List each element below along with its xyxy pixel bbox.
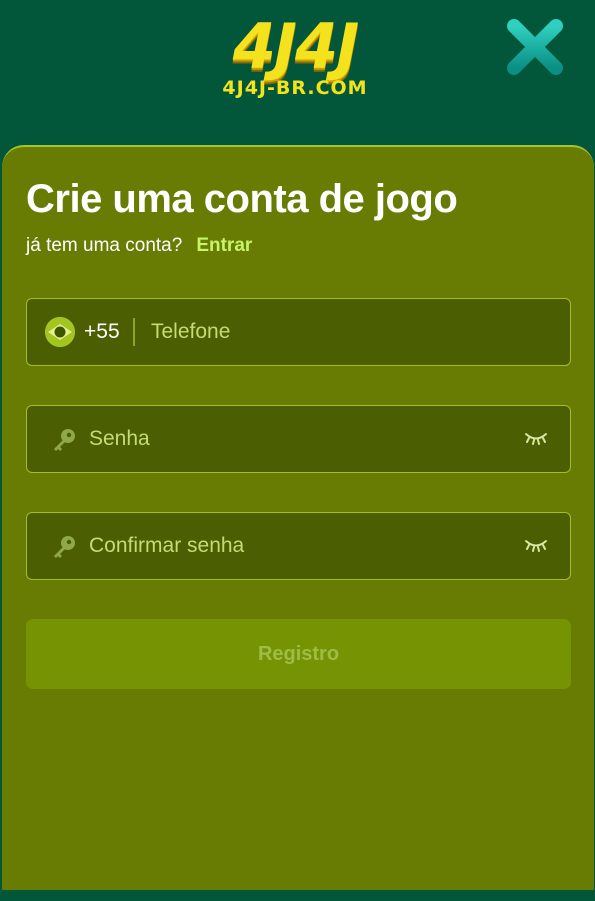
login-link[interactable]: Entrar bbox=[196, 235, 252, 256]
login-prompt-text: já tem uma conta? bbox=[26, 235, 183, 256]
logo-wordmark: 4J4J bbox=[232, 10, 359, 83]
header: 4J4J 4J4J-BR.COM bbox=[0, 0, 595, 145]
register-panel: Crie uma conta de jogo já tem uma conta?… bbox=[2, 145, 594, 890]
confirm-password-input[interactable]: Confirmar senha bbox=[89, 534, 244, 558]
phone-field[interactable]: +55 Telefone bbox=[26, 298, 571, 366]
page-title: Crie uma conta de jogo bbox=[26, 177, 458, 221]
brazil-flag-icon[interactable] bbox=[45, 317, 75, 347]
login-prompt: já tem uma conta? Entrar bbox=[26, 235, 252, 257]
site-logo[interactable]: 4J4J 4J4J-BR.COM bbox=[205, 10, 385, 99]
phone-input[interactable]: Telefone bbox=[151, 320, 230, 344]
bottom-bar bbox=[0, 890, 595, 901]
eye-closed-icon[interactable] bbox=[524, 431, 548, 445]
close-button[interactable] bbox=[504, 18, 566, 78]
country-code[interactable]: +55 bbox=[84, 320, 120, 344]
field-divider bbox=[133, 318, 135, 346]
key-icon bbox=[54, 429, 75, 451]
password-input[interactable]: Senha bbox=[89, 427, 150, 451]
register-button[interactable]: Registro bbox=[26, 619, 571, 689]
close-icon bbox=[507, 19, 563, 75]
confirm-password-field[interactable]: Confirmar senha bbox=[26, 512, 571, 580]
key-icon bbox=[54, 536, 75, 558]
logo-domain: 4J4J-BR.COM bbox=[222, 77, 368, 99]
eye-closed-icon[interactable] bbox=[524, 538, 548, 552]
password-field[interactable]: Senha bbox=[26, 405, 571, 473]
